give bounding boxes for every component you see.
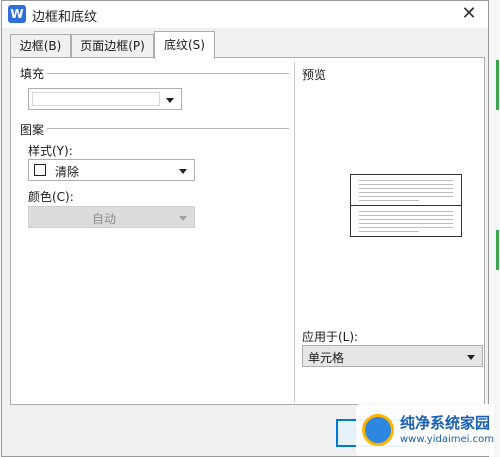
preview-row-border (351, 205, 461, 206)
chevron-down-icon (166, 98, 174, 103)
style-label: 样式(Y): (28, 144, 73, 158)
wps-app-icon: W (8, 5, 26, 23)
pattern-style-value: 清除 (55, 165, 80, 179)
background-accent-strip (496, 60, 499, 110)
close-button[interactable]: ✕ (452, 3, 486, 25)
fill-color-dropdown[interactable] (28, 88, 182, 110)
apply-to-value: 单元格 (308, 351, 345, 365)
chevron-down-icon (179, 169, 187, 174)
preview-table (350, 174, 462, 237)
fill-section-label: 填充 (20, 67, 45, 81)
tab-shading[interactable]: 底纹(S) (154, 31, 215, 59)
tab-page-border[interactable]: 页面边框(P) (71, 34, 154, 57)
panel-divider (294, 62, 295, 402)
fill-color-swatch (32, 92, 160, 106)
apply-to-dropdown[interactable]: 单元格 (302, 345, 483, 367)
pattern-color-dropdown[interactable]: 自动 (28, 206, 195, 228)
watermark-text: 纯净系统家园 (400, 414, 491, 432)
fill-separator (47, 73, 289, 74)
pattern-section-label: 图案 (20, 123, 45, 137)
tab-borders[interactable]: 边框(B) (10, 34, 71, 57)
color-label: 颜色(C): (28, 190, 74, 204)
watermark-url: www.yidaimei.com (400, 434, 494, 445)
pattern-swatch-icon (34, 164, 46, 176)
site-logo-icon (362, 414, 394, 446)
site-watermark: 纯净系统家园 www.yidaimei.com (356, 404, 494, 456)
chevron-down-icon (467, 355, 475, 360)
pattern-style-dropdown[interactable]: 清除 (28, 159, 195, 181)
preview-label: 预览 (302, 68, 327, 82)
title-bar: W 边框和底纹 ✕ (2, 1, 488, 28)
pattern-separator (47, 128, 289, 129)
borders-shading-dialog: W 边框和底纹 ✕ 边框(B) 页面边框(P) 底纹(S) 填充 图案 样式(Y… (1, 0, 489, 457)
chevron-down-icon (179, 216, 187, 221)
pattern-color-value: 自动 (91, 212, 116, 226)
background-accent-strip (496, 230, 499, 270)
apply-to-label: 应用于(L): (302, 330, 359, 344)
dialog-title: 边框和底纹 (32, 10, 98, 25)
